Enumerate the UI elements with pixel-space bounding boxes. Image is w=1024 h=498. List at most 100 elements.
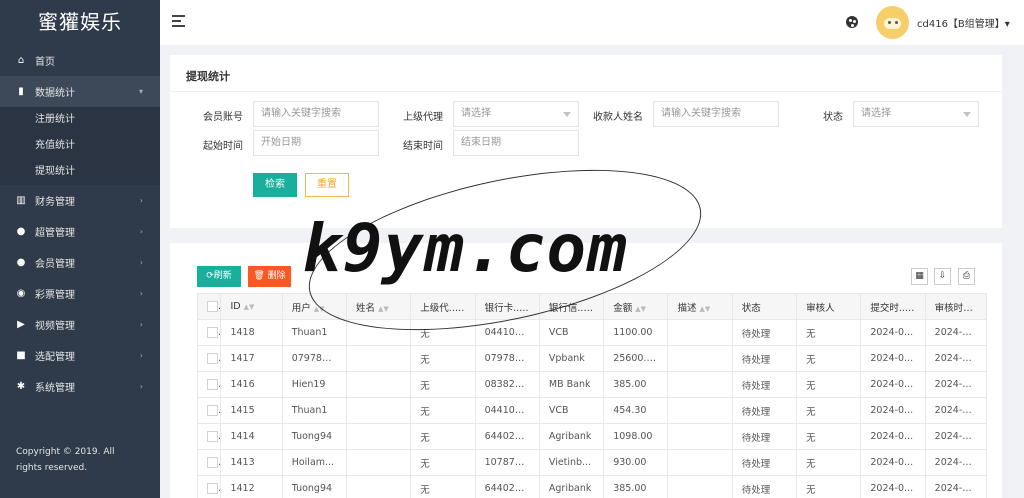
table-row[interactable]: 1413 Hoilam... 无 107875... Vietinb... 930.00 待… <box>196 449 988 476</box>
column-header[interactable]: 审核时间...▲▼ <box>924 293 988 320</box>
cell-card: 644028... <box>474 475 540 498</box>
sidebar-item-0[interactable]: ⌂ 首页 <box>0 45 160 76</box>
parent-agent-label: 上级代理 <box>403 112 443 123</box>
theme-palette-icon[interactable] <box>846 16 858 28</box>
sidebar-item-1[interactable]: ▮ 数据统计 ▾ <box>0 76 160 107</box>
delete-button[interactable]: 🗑︎ 删除 <box>248 266 291 287</box>
column-header-label: 状态 <box>741 302 761 314</box>
column-header-label: 审核时间... <box>934 302 982 314</box>
trash-icon: 🗑︎ <box>253 271 268 281</box>
search-button[interactable]: 检索 <box>253 173 297 197</box>
cell-amount: 930.00 <box>603 449 669 476</box>
reset-button[interactable]: 重置 <box>305 173 349 197</box>
table-row[interactable]: 1417 079781... 无 079781... Vpbank 25600.00 待处理… <box>196 345 988 372</box>
submenu-item-0[interactable]: 注册统计 <box>0 107 160 133</box>
cell-status: 待处理 <box>731 319 798 346</box>
select-all-checkbox[interactable] <box>207 301 218 312</box>
refresh-button[interactable]: ⟳刷新 <box>197 266 241 287</box>
row-select-cell <box>196 449 222 476</box>
row-checkbox[interactable] <box>207 457 218 468</box>
row-checkbox[interactable] <box>207 483 218 494</box>
cell-reviewer: 无 <box>796 397 862 424</box>
row-select-cell <box>196 319 222 346</box>
cell-submit: 2024-0... <box>860 371 926 398</box>
sidebar-item-label: 会员管理 <box>35 259 75 270</box>
column-header[interactable]: ID ▲▼ <box>220 293 283 320</box>
user-menu[interactable]: cd416【B组管理】▾ <box>917 15 1010 30</box>
row-checkbox[interactable] <box>207 379 218 390</box>
sidebar-item-6[interactable]: ▶ 视频管理 › <box>0 309 160 340</box>
cell-agent: 无 <box>410 449 476 476</box>
cell-name <box>345 423 412 450</box>
payee-name-input[interactable]: 请输入关键字搜索 <box>653 101 779 127</box>
column-header[interactable]: 提交时... ▲▼ <box>860 293 926 320</box>
column-header[interactable]: 状态 <box>731 293 798 320</box>
column-header-label: 审核人 <box>806 302 835 314</box>
table-row[interactable]: 1412 Tuong94 无 644028... Agribank 385.00 待处理无 2… <box>196 475 988 498</box>
cell-user: Thuan1 <box>281 319 348 346</box>
row-checkbox[interactable] <box>207 353 218 364</box>
menu-toggle-icon[interactable] <box>172 15 185 27</box>
sidebar-item-3[interactable]: ● 超管管理 › <box>0 216 160 247</box>
end-date-input[interactable]: 结束日期 <box>453 130 579 156</box>
sidebar-item-7[interactable]: ■ 选配管理 › <box>0 340 160 371</box>
table-row[interactable]: 1415 Thuan1 无 044100... VCB 454.30 待处理无 2024-0.… <box>196 397 988 424</box>
cell-reviewer: 无 <box>796 371 862 398</box>
sidebar-item-2[interactable]: ▥ 财务管理 › <box>0 185 160 216</box>
submenu-item-1[interactable]: 充值统计 <box>0 133 160 159</box>
export-icon[interactable]: ⇩ <box>934 268 951 285</box>
cell-id: 1415 <box>220 397 283 424</box>
cell-reviewer: 无 <box>796 423 862 450</box>
row-checkbox[interactable] <box>207 431 218 442</box>
table-row[interactable]: 1414 Tuong94 无 644028... Agribank 1098.00 待处理无… <box>196 423 988 450</box>
avatar[interactable] <box>876 6 909 39</box>
cell-agent: 无 <box>410 397 476 424</box>
parent-agent-select[interactable]: 请选择 <box>453 101 579 127</box>
camera-icon: ■ <box>16 350 26 361</box>
chevron-down-icon: ▾ <box>138 87 143 96</box>
row-checkbox[interactable] <box>207 327 218 338</box>
topbar: cd416【B组管理】▾ <box>160 0 1024 45</box>
sort-icon[interactable]: ▲▼ <box>635 305 646 313</box>
column-header-label: 提交时... <box>870 302 908 314</box>
table-row[interactable]: 1418 Thuan1 无 044100... VCB 1100.00 待处理无 2024-0… <box>196 319 988 346</box>
table-row[interactable]: 1416 Hien19 无 083827... MB Bank 385.00 待处理无 202… <box>196 371 988 398</box>
column-header[interactable]: 金额 ▲▼ <box>603 293 669 320</box>
start-time-label: 起始时间 <box>203 141 243 152</box>
sort-icon[interactable]: ▲▼ <box>985 305 986 313</box>
sidebar: 蜜獾娱乐 ⌂ 首页 ▮ 数据统计 ▾ 注册统计 充值统计 提现统计 ▥ 财务管理 › ● 超管管理 › ● 会… <box>0 0 160 498</box>
chevron-right-icon: › <box>139 227 143 236</box>
sidebar-item-label: 选配管理 <box>35 352 75 363</box>
column-header[interactable]: 审核人 <box>796 293 862 320</box>
cell-amount: 385.00 <box>603 371 669 398</box>
refresh-label: 刷新 <box>213 271 232 281</box>
sidebar-item-5[interactable]: ◉ 彩票管理 › <box>0 278 160 309</box>
cell-review: 2024-03... <box>924 475 988 498</box>
start-date-input[interactable]: 开始日期 <box>253 130 379 156</box>
cell-id: 1412 <box>220 475 283 498</box>
sort-icon[interactable]: ▲▼ <box>700 305 711 313</box>
cell-desc <box>667 397 733 424</box>
member-account-input[interactable]: 请输入关键字搜索 <box>253 101 379 127</box>
users-icon: ● <box>16 257 26 268</box>
cell-reviewer: 无 <box>796 345 862 372</box>
sidebar-item-label: 数据统计 <box>35 88 75 99</box>
columns-filter-icon[interactable]: ▦ <box>911 268 928 285</box>
row-checkbox[interactable] <box>207 405 218 416</box>
chevron-right-icon: › <box>139 196 143 205</box>
end-time-label: 结束时间 <box>403 141 443 152</box>
sidebar-item-4[interactable]: ● 会员管理 › <box>0 247 160 278</box>
cell-user: Hoilam... <box>281 449 348 476</box>
sidebar-item-8[interactable]: ✱ 系统管理 › <box>0 371 160 402</box>
print-icon[interactable]: ⎙ <box>958 268 975 285</box>
submenu-item-2[interactable]: 提现统计 <box>0 159 160 185</box>
sort-icon[interactable]: ▲▼ <box>244 303 255 311</box>
watermark-text: k9ym.com <box>302 210 628 287</box>
cell-review: 2024-03... <box>924 397 988 424</box>
cell-reviewer: 无 <box>796 319 862 346</box>
cell-submit: 2024-0... <box>860 319 926 346</box>
delete-label: 删除 <box>267 271 286 281</box>
chevron-right-icon: › <box>139 289 143 298</box>
column-header[interactable]: 描述 ▲▼ <box>667 293 733 320</box>
status-select[interactable]: 请选择 <box>853 101 979 127</box>
